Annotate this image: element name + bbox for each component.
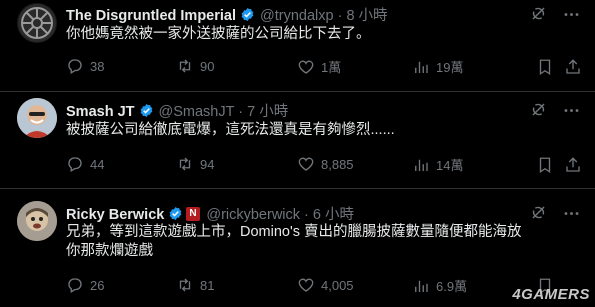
display-name[interactable]: The Disgruntled Imperial <box>66 8 236 24</box>
reply-count: 26 <box>90 277 105 293</box>
action-bar: 44 94 8,885 14萬 <box>66 155 581 175</box>
verified-badge-icon <box>241 7 254 22</box>
more-options-icon[interactable] <box>562 5 581 24</box>
retweet-button[interactable]: 81 <box>176 276 214 294</box>
tweet-text: 被披薩公司給徹底電爆，這死法還真是有夠慘烈...... <box>66 122 395 138</box>
reply-icon <box>68 157 82 172</box>
views-chart-icon <box>415 280 428 292</box>
retweet-count: 81 <box>200 277 215 293</box>
separator-dot: · <box>238 104 244 120</box>
heart-icon <box>298 278 314 292</box>
verified-badge-icon <box>169 206 182 221</box>
user-photo-icon <box>17 98 57 138</box>
reply-button[interactable]: 44 <box>66 155 104 173</box>
tweet-header: The Disgruntled Imperial @tryndalxp · 8 小… <box>66 4 587 24</box>
retweet-button[interactable]: 90 <box>176 57 214 75</box>
bookmark-icon[interactable] <box>536 58 554 76</box>
grok-icon[interactable] <box>529 203 548 222</box>
tweet-text: 兄弟，等到這款遊戲上市，Domino's 賣出的臘腸披薩數量隨便都能海放你那款爛… <box>66 224 522 259</box>
imperial-crest-icon <box>18 4 56 42</box>
share-icon[interactable] <box>564 58 582 76</box>
separator-dot: · <box>304 207 309 223</box>
heart-icon <box>298 60 314 74</box>
view-count: 6.9萬 <box>436 279 468 294</box>
views-chart-icon <box>415 61 428 73</box>
user-photo-icon <box>17 201 57 241</box>
retweet-button[interactable]: 94 <box>176 155 214 173</box>
tweet-text: 你他媽竟然被一家外送披薩的公司給比下去了。 <box>66 26 371 42</box>
separator-dot: · <box>337 8 343 24</box>
avatar[interactable] <box>17 201 57 241</box>
retweet-icon <box>179 157 191 171</box>
timestamp[interactable]: 8 小時 <box>346 8 387 24</box>
like-count: 4,005 <box>321 277 354 293</box>
like-count: 8,885 <box>321 156 354 172</box>
views-button[interactable]: 14萬 <box>412 155 463 174</box>
reply-count: 38 <box>90 58 105 74</box>
share-icon[interactable] <box>564 156 582 174</box>
action-bar: 26 81 4,005 6.9萬 <box>66 276 581 296</box>
reply-button[interactable]: 38 <box>66 57 104 75</box>
user-handle[interactable]: @rickyberwick <box>206 207 300 223</box>
badge-letter: N <box>189 208 197 219</box>
tweet-header: Ricky Berwick N @rickyberwick · 6 小時 <box>66 203 587 223</box>
tweet-1[interactable]: The Disgruntled Imperial @tryndalxp · 8 小… <box>0 0 595 92</box>
reply-button[interactable]: 26 <box>66 276 104 294</box>
like-button[interactable]: 1萬 <box>297 57 341 76</box>
views-button[interactable]: 19萬 <box>412 57 463 76</box>
tweet-3[interactable]: Ricky Berwick N @rickyberwick · 6 小時 兄弟，等到… <box>0 189 595 307</box>
views-button[interactable]: 6.9萬 <box>412 276 467 295</box>
retweet-count: 90 <box>200 58 215 74</box>
tweet-header: Smash JT @SmashJT · 7 小時 <box>66 100 587 120</box>
bookmark-icon[interactable] <box>536 156 554 174</box>
retweet-icon <box>179 278 191 292</box>
netflix-badge-icon: N <box>186 207 201 221</box>
action-bar: 38 90 1萬 19萬 <box>66 57 581 77</box>
timestamp[interactable]: 7 小時 <box>247 104 288 120</box>
like-count: 1萬 <box>321 60 342 75</box>
display-name[interactable]: Ricky Berwick <box>66 207 164 223</box>
timestamp[interactable]: 6 小時 <box>313 207 354 223</box>
grok-icon[interactable] <box>529 100 548 119</box>
reply-icon <box>68 278 82 293</box>
tweet-2[interactable]: Smash JT @SmashJT · 7 小時 被披薩公司給徹底電爆，這死法還真… <box>0 92 595 189</box>
views-chart-icon <box>415 159 428 171</box>
like-button[interactable]: 8,885 <box>297 155 354 173</box>
like-button[interactable]: 4,005 <box>297 276 354 294</box>
watermark: 4GAMERS <box>512 286 590 303</box>
heart-icon <box>298 157 314 171</box>
avatar[interactable] <box>17 3 57 43</box>
user-handle[interactable]: @tryndalxp <box>260 8 334 24</box>
avatar[interactable] <box>17 98 57 138</box>
grok-icon[interactable] <box>529 4 548 23</box>
reply-icon <box>68 59 82 74</box>
verified-badge-icon <box>140 103 152 118</box>
view-count: 19萬 <box>436 60 464 75</box>
view-count: 14萬 <box>436 158 464 173</box>
more-options-icon[interactable] <box>562 204 581 223</box>
user-handle[interactable]: @SmashJT <box>159 104 235 120</box>
display-name[interactable]: Smash JT <box>66 104 135 120</box>
reply-count: 44 <box>90 156 105 172</box>
retweet-icon <box>179 59 191 73</box>
retweet-count: 94 <box>200 156 215 172</box>
more-options-icon[interactable] <box>562 101 581 120</box>
